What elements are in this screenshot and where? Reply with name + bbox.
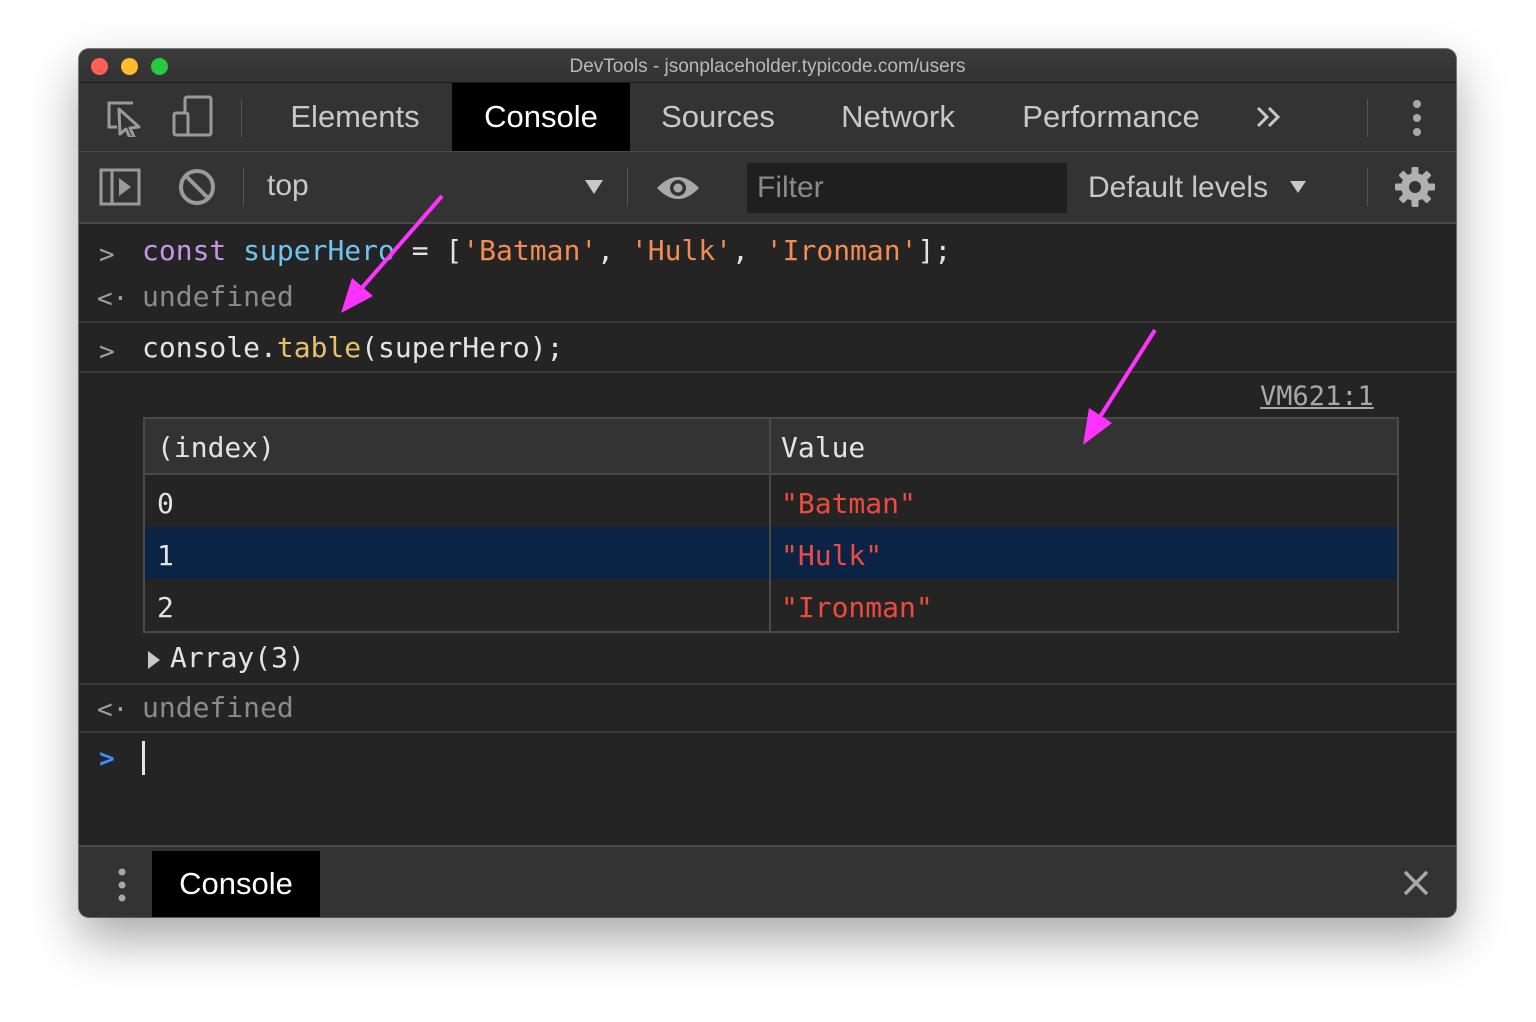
log-levels-dropdown[interactable]: Default levels <box>1088 171 1268 205</box>
tab-console[interactable]: Console <box>452 83 630 151</box>
filter-input[interactable] <box>747 163 1067 213</box>
toolbar-divider <box>243 168 244 206</box>
result-value: undefined <box>142 280 294 313</box>
index-cell: 0 <box>157 487 174 520</box>
result-value: undefined <box>142 691 294 724</box>
value-cell: "Ironman" <box>781 591 933 624</box>
source-location-link[interactable]: VM621:1 <box>1260 381 1374 412</box>
comma-token: , <box>597 234 631 267</box>
table-row-selected[interactable]: 1 "Hulk" <box>145 527 1397 579</box>
console-prompt-input[interactable] <box>142 741 145 775</box>
panel-tab-bar: Elements Console Sources Network Perform… <box>79 83 1456 152</box>
comma-token: , <box>732 234 766 267</box>
levels-dropdown-icon[interactable] <box>1288 179 1308 200</box>
entry-divider <box>79 321 1456 323</box>
column-header-value[interactable]: Value <box>781 431 865 464</box>
filter-field[interactable] <box>747 163 1067 213</box>
console-input-line: > const superHero = ['Batman', 'Hulk', '… <box>79 232 1456 276</box>
input-code: console.table(superHero); <box>142 331 563 364</box>
variable-token: superHero <box>243 234 395 267</box>
clear-console-icon[interactable] <box>177 167 217 212</box>
live-expression-eye-icon[interactable] <box>655 172 701 209</box>
console-input-line: > console.table(superHero); <box>79 329 1456 373</box>
close-drawer-icon[interactable] <box>1402 869 1430 902</box>
context-dropdown-icon[interactable] <box>583 178 605 201</box>
keyword-token: const <box>142 234 227 267</box>
object-token: console. <box>142 331 277 364</box>
string-token: 'Hulk' <box>630 234 733 267</box>
toolbar-divider <box>627 168 628 206</box>
tab-elements[interactable]: Elements <box>271 83 439 151</box>
table-header-row: (index) Value <box>145 419 1397 475</box>
table-row[interactable]: 0 "Batman" <box>145 475 1397 527</box>
toolbar-divider <box>241 99 242 137</box>
devtools-window: DevTools - jsonplaceholder.typicode.com/… <box>79 49 1456 917</box>
string-token: 'Batman' <box>462 234 598 267</box>
active-prompt-icon: > <box>99 744 115 774</box>
column-divider <box>769 419 771 631</box>
drawer-tab-console[interactable]: Console <box>152 851 320 917</box>
args-token: (superHero); <box>361 331 564 364</box>
kebab-menu-icon[interactable] <box>1409 99 1425 142</box>
expand-triangle-icon[interactable] <box>146 650 162 670</box>
tab-sources[interactable]: Sources <box>641 83 795 151</box>
tab-network[interactable]: Network <box>821 83 975 151</box>
context-selector[interactable]: top <box>267 169 309 203</box>
title-bar: DevTools - jsonplaceholder.typicode.com/… <box>79 49 1456 83</box>
inspect-element-icon[interactable] <box>103 97 145 142</box>
toolbar-divider <box>1367 99 1368 137</box>
input-prompt-icon: > <box>99 240 115 270</box>
end-token: ]; <box>917 234 952 267</box>
console-result-line: <· undefined <box>79 278 1456 320</box>
console-output: > const superHero = ['Batman', 'Hulk', '… <box>79 224 1456 844</box>
result-arrow-icon: <· <box>97 695 129 725</box>
sidebar-toggle-icon[interactable] <box>99 168 141 211</box>
more-tabs-icon[interactable] <box>1255 105 1283 134</box>
device-toolbar-icon[interactable] <box>171 95 215 144</box>
array-summary: Array(3) <box>170 641 305 674</box>
entry-divider <box>79 371 1456 373</box>
settings-gear-icon[interactable] <box>1395 167 1435 212</box>
result-arrow-icon: <· <box>97 284 129 314</box>
column-header-index[interactable]: (index) <box>157 431 275 464</box>
input-code: const superHero = ['Batman', 'Hulk', 'Ir… <box>142 234 951 267</box>
window-title: DevTools - jsonplaceholder.typicode.com/… <box>569 56 966 77</box>
operator-token: = [ <box>394 234 463 267</box>
value-cell: "Hulk" <box>781 539 883 572</box>
console-toolbar: top Default levels <box>79 152 1456 224</box>
table-row[interactable]: 2 "Ironman" <box>145 579 1397 631</box>
entry-divider <box>79 683 1456 685</box>
console-result-line: <· undefined <box>79 689 1456 731</box>
string-token: 'Ironman' <box>765 234 918 267</box>
drawer-menu-icon[interactable] <box>116 867 128 908</box>
function-token: table <box>276 331 362 364</box>
index-cell: 1 <box>157 539 174 572</box>
drawer-bar: Console <box>79 845 1456 917</box>
toolbar-divider <box>1367 168 1368 206</box>
tab-performance[interactable]: Performance <box>1003 83 1219 151</box>
input-prompt-icon: > <box>99 337 115 367</box>
entry-divider <box>79 731 1456 733</box>
console-table: (index) Value 0 "Batman" 1 "Hulk" 2 "Iro… <box>143 417 1399 633</box>
index-cell: 2 <box>157 591 174 624</box>
value-cell: "Batman" <box>781 487 916 520</box>
